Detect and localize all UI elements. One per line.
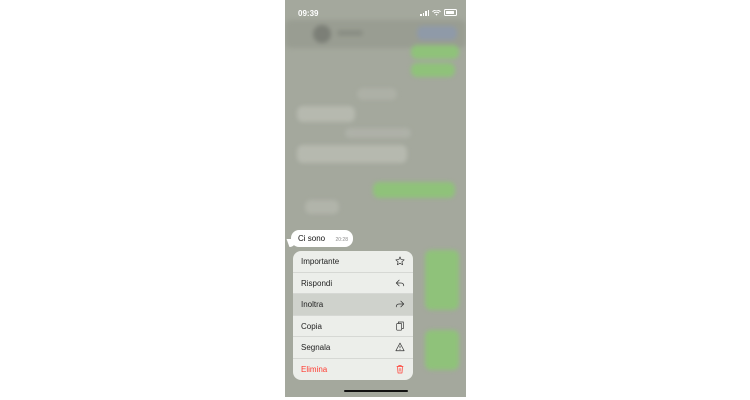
menu-item-label: Segnala [301,343,331,352]
menu-item-label: Elimina [301,364,328,374]
avatar [313,25,331,43]
warning-icon [395,342,405,352]
menu-item-rispondi[interactable]: Rispondi [293,273,413,294]
date-separator [357,88,397,100]
battery-icon [444,9,457,16]
message-time: 20:28 [335,237,348,243]
outgoing-message [411,45,459,59]
message-text: Ci sono [298,234,326,243]
outgoing-message [425,330,459,370]
incoming-message [297,106,355,122]
menu-item-label: Inoltra [301,300,324,309]
wifi-icon [432,9,441,16]
menu-item-label: Rispondi [301,278,333,288]
menu-item-copia[interactable]: Copia [293,316,413,337]
incoming-message [345,128,411,138]
status-icons [420,9,457,16]
menu-item-label: Copia [301,321,322,331]
star-icon [395,256,405,266]
incoming-message [305,200,339,214]
signal-icon [420,9,429,16]
menu-item-segnala[interactable]: Segnala [293,337,413,359]
incoming-message [297,145,407,163]
message-bubble[interactable]: Ci sono 20:28 [291,230,353,247]
copy-icon [396,321,404,330]
outgoing-message [411,63,455,77]
reply-icon [395,279,405,286]
menu-item-importante[interactable]: Importante [293,251,413,273]
menu-item-inoltra[interactable]: Inoltra [293,294,413,316]
trash-icon [396,364,404,373]
status-bar: 09:39 [285,0,466,22]
context-menu: Importante Rispondi Inoltra Copia Segnal… [293,251,413,380]
forward-icon [395,300,405,308]
call-icons [417,26,457,40]
home-indicator[interactable] [344,390,408,392]
status-time: 09:39 [298,9,319,18]
outgoing-message [373,182,455,198]
menu-item-label: Importante [301,257,340,266]
outgoing-message [425,250,459,310]
menu-item-elimina[interactable]: Elimina [293,359,413,381]
contact-name [337,30,363,36]
